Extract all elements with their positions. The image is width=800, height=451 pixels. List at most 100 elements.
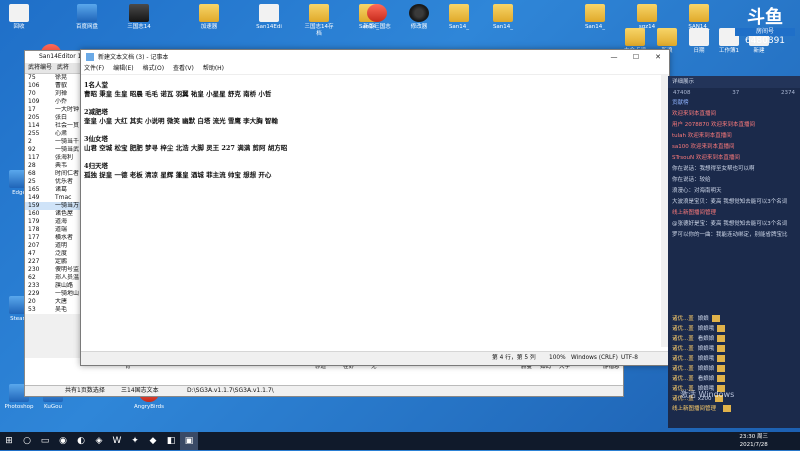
cursor-position: 第 4 行，第 5 列 [492, 355, 536, 361]
app-icon [409, 4, 429, 22]
taskbar-app-icon[interactable]: ✦ [126, 432, 144, 450]
app-icon [637, 4, 657, 22]
desktop-icon-label: San14Edi [256, 24, 282, 30]
chat-message: 贡献榜 [672, 100, 689, 106]
general-id: 207 [28, 242, 40, 249]
gift-message: 诸优...盖 看娘娘 [672, 374, 796, 384]
general-name: 吴毛 [55, 306, 68, 313]
editor-statusbar: 共有1页数选择 三14国志文本 D:\SG3A.v1.1.7\SG3A.v1.1… [25, 385, 623, 396]
desktop-icon-label: 百度网盘 [75, 24, 98, 30]
desktop-icon[interactable]: San14_ [486, 4, 520, 31]
desktop-icon[interactable]: San14Edi [252, 4, 286, 31]
app-icon [77, 4, 97, 22]
clock[interactable]: 23:30 周三 2021/7/28 [739, 432, 768, 451]
menu-view[interactable]: 查看(V) [173, 63, 194, 74]
general-name: 典韦 [55, 162, 68, 169]
stream-panel: 详细展示 47408 37 2374 贡献榜 欢迎来到本直播间 用户 2078870… [668, 76, 800, 428]
taskbar-app-icon[interactable]: ◆ [144, 432, 162, 450]
general-id: 230 [28, 266, 40, 273]
gift-text: 娘娘哦 [697, 346, 715, 352]
maximize-button[interactable]: ☐ [625, 53, 647, 61]
general-name: 张白 [55, 114, 68, 121]
douyu-brand: 斗鱼 房间号 6480891 [735, 8, 795, 52]
gift-icon [717, 335, 726, 342]
gift-sender: 诸优...盖 [672, 376, 694, 382]
desktop-icon[interactable]: SAN14_ [682, 4, 716, 31]
activate-windows-watermark: 激活 Windows [680, 390, 735, 399]
menu-help[interactable]: 帮助(H) [203, 63, 224, 74]
desktop-icon[interactable]: 修改器 [402, 4, 436, 31]
desktop-icon[interactable]: San14_ [578, 4, 612, 31]
general-name: 一骑当万 [55, 202, 80, 209]
menu-edit[interactable]: 编辑(E) [113, 63, 133, 74]
text-editor[interactable]: 1名人堂 曹昭 秉皇 生皇 昭晨 毛毛 诺瓦 羽翼 祐皇 小星星 舒克 南桥 小哲… [81, 75, 661, 347]
app-icon [449, 4, 469, 22]
gift-message: 线上新图播间管理 [672, 404, 796, 414]
taskbar-app-icon[interactable]: W [108, 432, 126, 450]
notepad-window: 新建文本文档 (3) - 记事本 — ☐ ✕ 文件(F) 编辑(E) 格式(O)… [80, 49, 670, 366]
col-id: 武将编号 [28, 64, 53, 71]
desktop-icon[interactable]: 百度网盘 [70, 4, 104, 31]
gift-icon [717, 345, 726, 352]
general-name: 一大时钟 [55, 106, 80, 113]
desktop-icon-label: 新版三国志 [363, 24, 391, 30]
desktop-icon-label: KuGou [44, 404, 62, 410]
taskbar-app-icon[interactable]: ◧ [162, 432, 180, 450]
taskbar-app-icon[interactable]: ▣ [180, 432, 198, 450]
stat-1: 37 [732, 90, 740, 96]
taskbar-app-icon[interactable]: ◐ [72, 432, 90, 450]
gift-sender: 线上新图播间管理 [672, 406, 717, 412]
panel-stats: 47408 37 2374 [668, 88, 800, 98]
general-id: 233 [28, 282, 40, 289]
gift-text: 看娘娘 [697, 336, 715, 342]
app-icon [657, 28, 677, 46]
desktop-icon[interactable]: 回收 [2, 4, 36, 31]
chat-message: 你在说话：较给 [672, 177, 711, 183]
taskbar-app-icon[interactable]: ◉ [54, 432, 72, 450]
gift-message: 诸优...盖 看娘娘 [672, 334, 796, 344]
general-name: 泛度 [55, 250, 68, 257]
room-number: 6480891 [744, 36, 786, 46]
taskbar-app-icon[interactable]: ▭ [36, 432, 54, 450]
status-left: 共有1页数选择 [65, 387, 105, 394]
general-id: 47 [28, 250, 36, 257]
app-icon [367, 4, 387, 22]
desktop-icon-label: San14_ [584, 24, 606, 30]
general-name: 一骑地山 [55, 290, 80, 297]
text-line: 3仙女塔 [84, 135, 109, 143]
app-icon [309, 4, 329, 22]
notepad-titlebar[interactable]: 新建文本文档 (3) - 记事本 — ☐ ✕ [81, 50, 669, 63]
chat-message: tulah 欢迎来到本直播间 [672, 133, 732, 139]
app-icon [585, 4, 605, 22]
chat-message: @张德好是宝：麦高 我想觉知去能可以3个名词 [672, 221, 788, 227]
general-id: 177 [28, 234, 40, 241]
general-id: 159 [28, 202, 40, 209]
general-name: 郑人员温 [55, 274, 80, 281]
menu-format[interactable]: 格式(O) [143, 63, 164, 74]
desktop-icon[interactable]: 三国志14存档 [302, 4, 336, 38]
desktop-icon[interactable]: 加速器 [192, 4, 226, 31]
text-line: 2减肥塔 [84, 108, 109, 116]
general-name: Tmac [55, 194, 72, 201]
general-name: 旗山路 [55, 282, 74, 289]
general-id: 25 [28, 178, 36, 185]
notepad-title: 新建文本文档 (3) - 记事本 [98, 54, 169, 61]
taskbar-app-icon[interactable]: ◈ [90, 432, 108, 450]
menu-file[interactable]: 文件(F) [84, 63, 104, 74]
chat-message: STrsouN 欢迎来到本直播间 [672, 155, 740, 161]
desktop-icon[interactable]: 三国志14 [122, 4, 156, 31]
general-id: 178 [28, 226, 40, 233]
start-button[interactable]: ⊞ [0, 432, 18, 450]
general-name: 一骑当武 [55, 146, 80, 153]
desktop-icon[interactable]: 新版三国志 [360, 4, 394, 31]
desktop-icon[interactable]: sgz14 [630, 4, 664, 31]
close-button[interactable]: ✕ [647, 53, 669, 61]
desktop-icon[interactable]: San14_ [442, 4, 476, 31]
taskbar-app-icon[interactable]: ○ [18, 432, 36, 450]
minimize-button[interactable]: — [603, 53, 625, 61]
desktop-icon-label: 修改器 [410, 24, 428, 30]
desktop-icon[interactable]: 日期 [682, 28, 716, 55]
general-id: 229 [28, 290, 40, 297]
app-icon [9, 4, 29, 22]
general-name: 一骑当千 [55, 138, 80, 145]
